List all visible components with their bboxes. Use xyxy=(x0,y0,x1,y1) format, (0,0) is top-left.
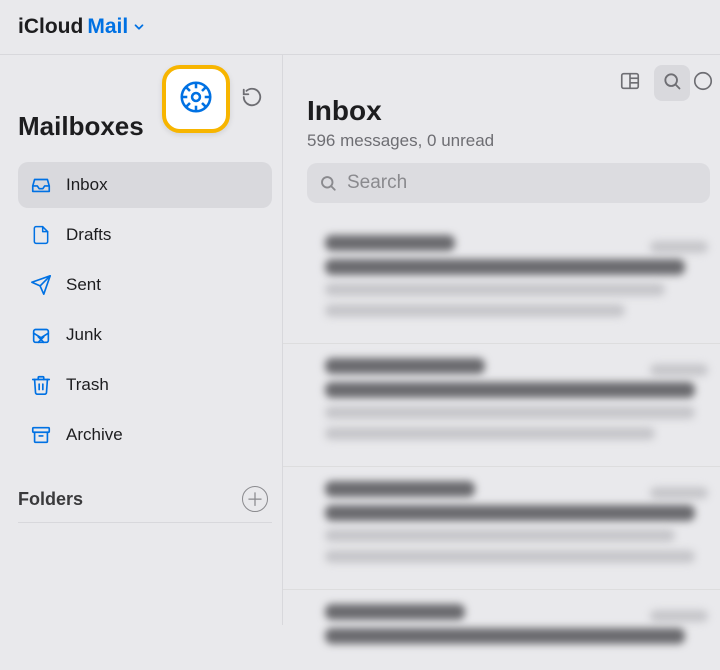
message-list xyxy=(283,221,720,670)
blurred-preview xyxy=(325,427,655,440)
sidebar-item-label: Archive xyxy=(66,425,123,445)
blurred-date xyxy=(650,241,708,253)
inbox-subtitle: 596 messages, 0 unread xyxy=(307,131,720,151)
sidebar-item-sent[interactable]: Sent xyxy=(18,262,272,308)
sidebar-item-inbox[interactable]: Inbox xyxy=(18,162,272,208)
filter-icon xyxy=(692,70,714,97)
search-icon xyxy=(319,174,337,192)
blurred-subject xyxy=(325,505,695,521)
folders-label: Folders xyxy=(18,489,83,510)
search-toggle-button[interactable] xyxy=(654,65,690,101)
layout-toggle-button[interactable] xyxy=(612,65,648,101)
sidebar-item-label: Inbox xyxy=(66,175,108,195)
archive-icon xyxy=(30,424,52,446)
sidebar-item-trash[interactable]: Trash xyxy=(18,362,272,408)
sidebar-item-label: Sent xyxy=(66,275,101,295)
brand-product-dropdown[interactable]: Mail xyxy=(87,15,146,39)
filter-button-partial[interactable] xyxy=(696,65,710,101)
blurred-date xyxy=(650,487,708,499)
blurred-date xyxy=(650,610,708,622)
folders-section-header: Folders ＋ xyxy=(18,486,272,523)
blurred-sender xyxy=(325,481,475,497)
plus-icon: ＋ xyxy=(246,486,264,512)
sidebar-item-archive[interactable]: Archive xyxy=(18,412,272,458)
brand-product-label: Mail xyxy=(87,15,128,39)
message-pane: Inbox 596 messages, 0 unread xyxy=(283,54,720,625)
refresh-icon xyxy=(241,86,263,113)
blurred-subject xyxy=(325,628,685,644)
sidebar-item-junk[interactable]: Junk xyxy=(18,312,272,358)
refresh-button[interactable] xyxy=(236,83,268,115)
gear-icon xyxy=(177,78,215,121)
brand-prefix: iCloud xyxy=(18,15,83,39)
settings-button[interactable] xyxy=(162,65,230,133)
search-field[interactable] xyxy=(307,163,710,203)
blurred-preview xyxy=(325,550,695,563)
message-item[interactable] xyxy=(283,467,720,590)
chevron-down-icon xyxy=(132,20,146,34)
junk-icon xyxy=(30,324,52,346)
search-icon xyxy=(662,71,682,96)
sidebar-item-drafts[interactable]: Drafts xyxy=(18,212,272,258)
sent-icon xyxy=(30,274,52,296)
blurred-date xyxy=(650,364,708,376)
blurred-preview xyxy=(325,283,665,296)
blurred-sender xyxy=(325,235,455,251)
sidebar-item-label: Drafts xyxy=(66,225,111,245)
sidebar: Mailboxes Inbox Drafts Sent xyxy=(0,54,283,625)
layout-icon xyxy=(619,70,641,97)
blurred-subject xyxy=(325,382,695,398)
add-folder-button[interactable]: ＋ xyxy=(242,486,268,512)
inbox-icon xyxy=(30,174,52,196)
message-item[interactable] xyxy=(283,590,720,670)
blurred-preview xyxy=(325,304,625,317)
message-item[interactable] xyxy=(283,221,720,344)
mailbox-list: Inbox Drafts Sent Junk xyxy=(18,162,272,458)
search-input[interactable] xyxy=(347,172,698,194)
blurred-preview xyxy=(325,406,695,419)
blurred-subject xyxy=(325,259,685,275)
sidebar-item-label: Trash xyxy=(66,375,109,395)
blurred-sender xyxy=(325,358,485,374)
blurred-preview xyxy=(325,529,675,542)
drafts-icon xyxy=(30,224,52,246)
blurred-sender xyxy=(325,604,465,620)
message-item[interactable] xyxy=(283,344,720,467)
sidebar-item-label: Junk xyxy=(66,325,102,345)
app-header: iCloud Mail xyxy=(0,0,720,54)
trash-icon xyxy=(30,374,52,396)
